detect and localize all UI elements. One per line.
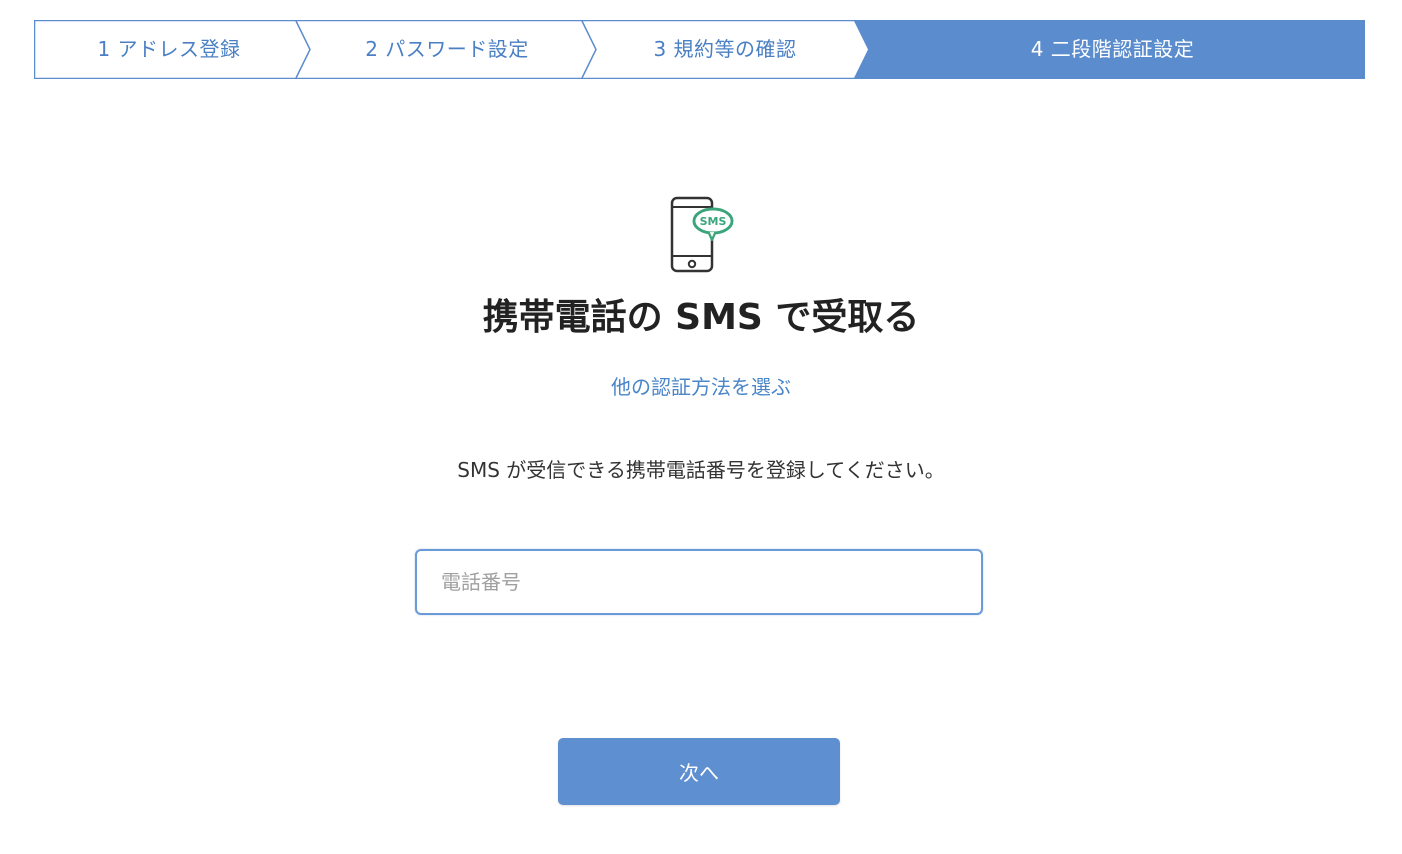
next-button[interactable]: 次へ [558,738,840,805]
phone-number-input[interactable] [415,549,983,615]
sms-badge-text: SMS [700,215,727,228]
step-password-setting: 2 パスワード設定 [365,37,529,61]
step-terms-confirmation: 3 規約等の確認 [653,37,797,61]
step-address-registration: 1 アドレス登録 [97,37,241,61]
step-two-factor-setting: 4 二段階認証設定 [1030,37,1195,61]
choose-other-method-link[interactable]: 他の認証方法を選ぶ [0,372,1402,402]
phone-sms-icon: SMS [670,196,734,273]
page-title: 携帯電話の SMS で受取る [482,297,920,338]
instruction-text: SMS が受信できる携帯電話番号を登録してください。 [457,458,945,482]
progress-stepper: 1 アドレス登録 2 パスワード設定 3 規約等の確認 4 二段階認証設定 [34,20,1365,79]
